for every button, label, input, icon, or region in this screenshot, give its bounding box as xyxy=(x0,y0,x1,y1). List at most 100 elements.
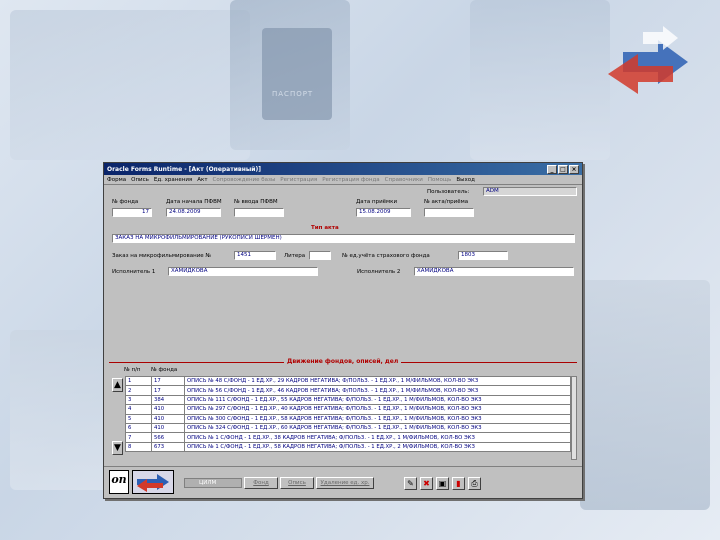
scroll-up-arrow-icon[interactable]: ▲ xyxy=(112,378,123,392)
date-start-label: Дата начала ПФВМ xyxy=(166,199,222,205)
fund-button[interactable]: Фонд xyxy=(244,477,278,489)
movement-grid: Движение фондов, описей, дел № п/п № фон… xyxy=(109,358,579,463)
passport-label: ПАСПОРТ xyxy=(272,90,314,98)
act-type-field[interactable]: ЗАКАЗ НА МИКРОФИЛЬМИРОВАНИЕ (РУКОПИСИ ШЕ… xyxy=(112,234,575,243)
grid-table: 1 17 ОПИСЬ № 48 С/ФОНД - 1 ЕД.ХР., 29 КАДР… xyxy=(125,375,571,453)
grid-cell-no[interactable]: 1 xyxy=(125,375,152,387)
close-button[interactable]: × xyxy=(569,164,579,174)
window-title: Oracle Forms Runtime - [Акт (Оперативный… xyxy=(107,165,261,173)
print-icon[interactable]: ⎙ xyxy=(468,477,481,490)
user-label: Пользователь: xyxy=(427,189,470,195)
act-no-label: № акта/приёма xyxy=(424,199,469,205)
executor2-label: Исполнитель 2 xyxy=(357,269,401,275)
save-icon[interactable]: ▣ xyxy=(436,477,449,490)
exit-door-icon[interactable]: ▮ xyxy=(452,477,465,490)
delete-units-button[interactable]: Удаление ед. хр. xyxy=(316,477,374,489)
edit-icon[interactable]: ✎ xyxy=(404,477,417,490)
grid-cell-description[interactable]: ОПИСЬ № 48 С/ФОНД - 1 ЕД.ХР., 29 КАДРОВ … xyxy=(184,375,571,387)
executor1-label: Исполнитель 1 xyxy=(112,269,156,275)
table-row[interactable]: 5 410 ОПИСЬ № 300 С/ФОНД - 1 ЕД.ХР., 58 КА… xyxy=(125,413,571,424)
date-end-field[interactable]: 15.08.2009 xyxy=(356,208,411,217)
grid-cell-fund[interactable]: 410 xyxy=(151,413,185,424)
fvm-no-label: № ввода ПФВМ xyxy=(234,199,278,205)
background-photo xyxy=(10,330,110,490)
grid-cell-no[interactable]: 4 xyxy=(125,404,152,415)
app-logo-arrows-icon xyxy=(137,474,169,492)
table-row[interactable]: 4 410 ОПИСЬ № 297 С/ФОНД - 1 ЕД.ХР., 40 КА… xyxy=(125,404,571,415)
background-photo xyxy=(580,280,710,510)
menu-fund-registration[interactable]: Регистрация фонда xyxy=(322,177,379,183)
order-field[interactable]: 1451 xyxy=(234,251,276,260)
background-photo xyxy=(10,10,250,160)
grid-cell-description[interactable]: ОПИСЬ № 297 С/ФОНД - 1 ЕД.ХР., 40 КАДРОВ… xyxy=(184,404,571,415)
order-label: Заказ на микрофильмирование № xyxy=(112,253,212,259)
grid-cell-description[interactable]: ОПИСЬ № 56 С/ФОНД - 1 ЕД.ХР., 46 КАДРОВ … xyxy=(184,385,571,396)
fvm-no-field[interactable] xyxy=(234,208,284,217)
opis-button[interactable]: Опись xyxy=(280,477,314,489)
grid-cell-fund[interactable]: 410 xyxy=(151,404,185,415)
grid-cell-fund[interactable]: 410 xyxy=(151,422,185,434)
fund-no-field[interactable]: 17 xyxy=(112,208,152,217)
letter-field[interactable] xyxy=(309,251,331,260)
fund-no-label: № фонда xyxy=(112,199,139,205)
menu-bar: Форма Опись Ед. хранения Акт Сопровожден… xyxy=(104,175,582,185)
grid-cell-description[interactable]: ОПИСЬ № 111 С/ФОНД - 1 ЕД.ХР., 55 КАДРОВ… xyxy=(184,394,571,406)
grid-cell-fund[interactable]: 566 xyxy=(151,432,185,443)
background-photo xyxy=(470,0,610,160)
menu-exit[interactable]: Выход xyxy=(456,177,475,183)
menu-opis[interactable]: Опись xyxy=(131,177,149,183)
date-end-label: Дата приёмки xyxy=(356,199,398,205)
menu-registration[interactable]: Регистрация xyxy=(280,177,317,183)
grid-cell-no[interactable]: 8 xyxy=(125,441,152,453)
arrows-logo-icon xyxy=(608,26,688,94)
grid-cell-no[interactable]: 5 xyxy=(125,413,152,424)
maximize-button[interactable]: □ xyxy=(558,164,568,174)
bottom-toolbar: on ЦИЛМ Фонд Опись Удаление ед. хр. ✎ ✖ … xyxy=(104,466,582,496)
grid-col-no: № п/п xyxy=(124,367,141,373)
grid-cell-description[interactable]: ОПИСЬ № 1 С/ФОНД - 1 ЕД.ХР., 38 КАДРОВ Н… xyxy=(184,432,571,443)
grid-cell-description[interactable]: ОПИСЬ № 300 С/ФОНД - 1 ЕД.ХР., 58 КАДРОВ… xyxy=(184,413,571,424)
scroll-down-arrow-icon[interactable]: ▼ xyxy=(112,441,123,455)
grid-cell-description[interactable]: ОПИСЬ № 324 С/ФОНД - 1 ЕД.ХР., 60 КАДРОВ… xyxy=(184,422,571,434)
executor1-field[interactable]: ХАМИДКОВА xyxy=(168,267,318,276)
grid-cell-fund[interactable]: 17 xyxy=(151,375,185,387)
menu-directories[interactable]: Справочники xyxy=(385,177,423,183)
insurance-label: № ед.учёта страхового фонда xyxy=(342,253,430,259)
grid-cell-fund[interactable]: 17 xyxy=(151,385,185,396)
grid-cell-no[interactable]: 2 xyxy=(125,385,152,396)
grid-cell-no[interactable]: 7 xyxy=(125,432,152,443)
grid-title: Движение фондов, описей, дел xyxy=(284,358,402,365)
act-type-label: Тип акта xyxy=(311,225,339,231)
grid-col-fund: № фонда xyxy=(151,367,178,373)
user-field: ADM xyxy=(483,187,577,196)
menu-db-support[interactable]: Сопровождение базы xyxy=(213,177,276,183)
grid-cell-description[interactable]: ОПИСЬ № 1 С/ФОНД - 1 ЕД.ХР., 58 КАДРОВ Н… xyxy=(184,441,571,453)
grid-scrollbar[interactable] xyxy=(571,376,577,460)
minimize-button[interactable]: _ xyxy=(547,164,557,174)
date-start-field[interactable]: 24.08.2009 xyxy=(166,208,221,217)
menu-form[interactable]: Форма xyxy=(107,177,126,183)
grid-cell-no[interactable]: 6 xyxy=(125,422,152,434)
grid-cell-fund[interactable]: 673 xyxy=(151,441,185,453)
act-no-field[interactable] xyxy=(424,208,474,217)
status-field: ЦИЛМ xyxy=(184,478,242,488)
delete-icon[interactable]: ✖ xyxy=(420,477,433,490)
app-logo xyxy=(132,470,174,494)
menu-units[interactable]: Ед. хранения xyxy=(154,177,192,183)
table-row[interactable]: 6 410 ОПИСЬ № 324 С/ФОНД - 1 ЕД.ХР., 60 КА… xyxy=(125,422,571,434)
grid-cell-no[interactable]: 3 xyxy=(125,394,152,406)
menu-act[interactable]: Акт xyxy=(197,177,207,183)
table-row[interactable]: 1 17 ОПИСЬ № 48 С/ФОНД - 1 ЕД.ХР., 29 КАДР… xyxy=(125,375,571,387)
executor2-field[interactable]: ХАМИДКОВА xyxy=(414,267,574,276)
oracle-forms-window: Oracle Forms Runtime - [Акт (Оперативный… xyxy=(103,162,583,499)
table-row[interactable]: 8 673 ОПИСЬ № 1 С/ФОНД - 1 ЕД.ХР., 58 КАДР… xyxy=(125,441,571,453)
table-row[interactable]: 3 384 ОПИСЬ № 111 С/ФОНД - 1 ЕД.ХР., 55 КА… xyxy=(125,394,571,406)
table-row[interactable]: 7 566 ОПИСЬ № 1 С/ФОНД - 1 ЕД.ХР., 38 КАДР… xyxy=(125,432,571,443)
menu-help[interactable]: Помощь xyxy=(428,177,451,183)
grid-cell-fund[interactable]: 384 xyxy=(151,394,185,406)
table-row[interactable]: 2 17 ОПИСЬ № 56 С/ФОНД - 1 ЕД.ХР., 46 КАДР… xyxy=(125,385,571,396)
letter-label: Литера xyxy=(284,253,306,259)
insurance-field[interactable]: 1803 xyxy=(458,251,508,260)
passport-image: ПАСПОРТ xyxy=(262,28,332,120)
on-logo: on xyxy=(109,470,129,494)
